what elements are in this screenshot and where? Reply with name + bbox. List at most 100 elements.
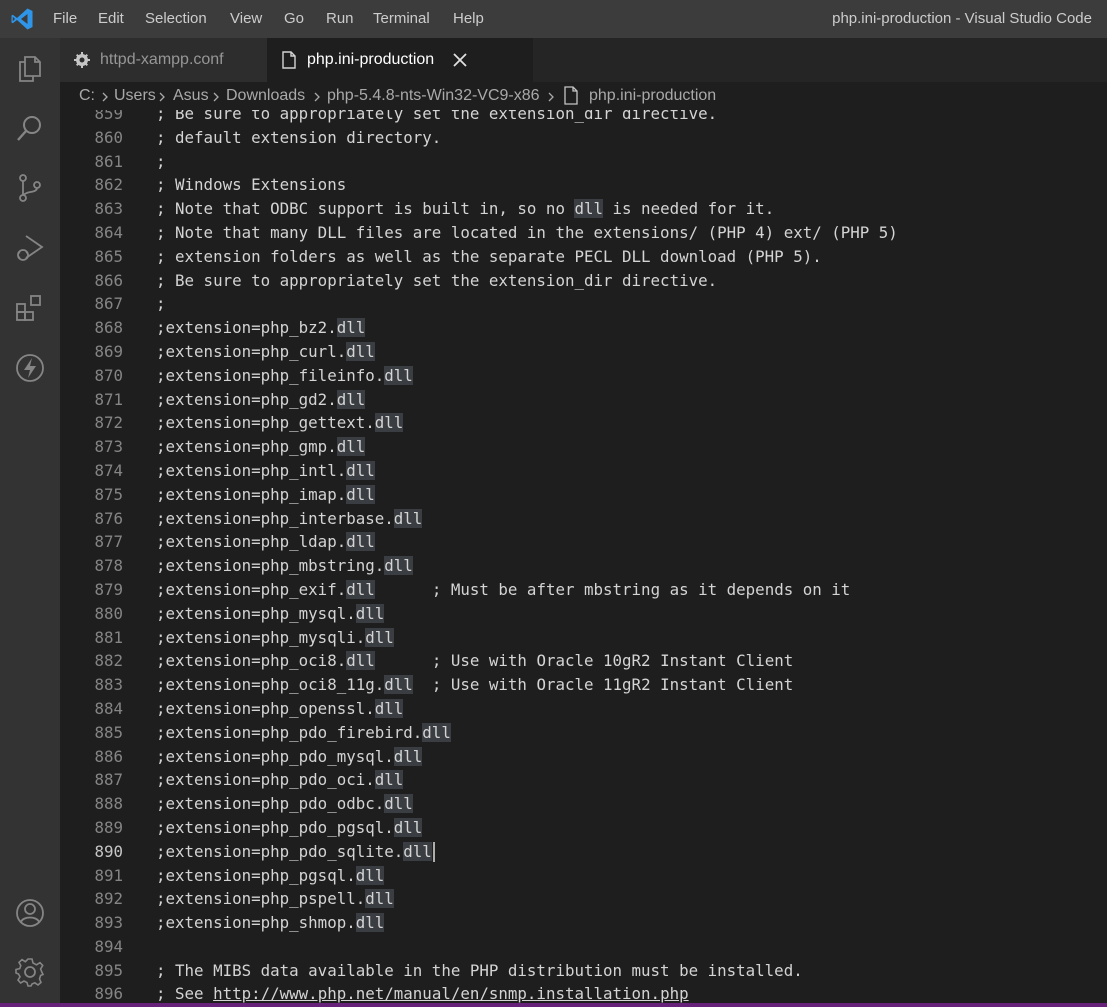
word-highlight: dll	[346, 341, 375, 361]
line-number: 892	[94, 889, 123, 909]
code-line[interactable]: 868 ;extension=php_bz2.dll	[60, 316, 1107, 340]
word-highlight: dll	[574, 199, 604, 219]
code-line[interactable]: 895 ; The MIBS data available in the PHP …	[60, 959, 1107, 983]
menu-view[interactable]: View	[230, 0, 262, 38]
code-line[interactable]: 861;	[60, 150, 1107, 174]
tab-bar: httpd-xampp.conf php.ini-production	[60, 38, 1107, 82]
menu-terminal[interactable]: Terminal	[373, 0, 430, 38]
line-number: 884	[94, 698, 123, 718]
line-number: 894	[94, 936, 123, 956]
code-line[interactable]: 877 ;extension=php_ldap.dll	[60, 530, 1107, 554]
code-line[interactable]: 881 ;extension=php_mysqli.dll	[60, 626, 1107, 650]
files-icon[interactable]	[14, 52, 46, 84]
code-text: ;extension=php_shmop.dll	[156, 913, 385, 933]
code-text: ;extension=php_bz2.dll	[156, 318, 366, 338]
line-number: 859	[94, 110, 123, 123]
run-debug-icon[interactable]	[14, 232, 46, 264]
code-line[interactable]: 859 ; Be sure to appropriately set the ex…	[60, 110, 1107, 126]
code-line[interactable]: 872 ;extension=php_gettext.dll	[60, 411, 1107, 435]
code-line[interactable]: 875 ;extension=php_imap.dll	[60, 483, 1107, 507]
code-line[interactable]: 866 ; Be sure to appropriately set the ex…	[60, 269, 1107, 293]
code-text: ;extension=php_pdo_sqlite.dll	[156, 840, 435, 864]
menu-selection[interactable]: Selection	[145, 0, 207, 38]
code-line[interactable]: 885 ;extension=php_pdo_firebird.dll	[60, 721, 1107, 745]
menu-run[interactable]: Run	[326, 0, 354, 38]
code-line[interactable]: 892 ;extension=php_pspell.dll	[60, 887, 1107, 911]
code-line[interactable]: 874 ;extension=php_intl.dll	[60, 459, 1107, 483]
line-number: 887	[94, 770, 123, 790]
code-line[interactable]: 863 ; Note that ODBC support is built in,…	[60, 197, 1107, 221]
code-text: ;extension=php_pdo_pgsql.dll	[156, 817, 423, 837]
line-number: 860	[94, 127, 123, 147]
code-editor[interactable]: 859 ; Be sure to appropriately set the ex…	[60, 110, 1107, 1007]
code-line[interactable]: 887 ;extension=php_pdo_oci.dll	[60, 768, 1107, 792]
word-highlight: dll	[346, 651, 375, 671]
breadcrumb-item[interactable]: Downloads	[226, 82, 305, 110]
code-line[interactable]: 880 ;extension=php_mysql.dll	[60, 602, 1107, 626]
code-text: ;extension=php_mysqli.dll	[156, 627, 394, 647]
extensions-icon[interactable]	[14, 292, 46, 324]
tab-php-ini-production[interactable]: php.ini-production	[267, 38, 533, 82]
breadcrumb-item[interactable]: Users	[114, 82, 156, 110]
settings-gear-icon[interactable]	[14, 956, 46, 988]
code-text: ; Note that ODBC support is built in, so…	[156, 199, 775, 219]
code-line[interactable]: 891 ;extension=php_pgsql.dll	[60, 864, 1107, 888]
word-highlight: dll	[384, 556, 413, 576]
breadcrumb-item[interactable]: php-5.4.8-nts-Win32-VC9-x86	[327, 82, 540, 110]
search-icon[interactable]	[14, 112, 46, 144]
code-line[interactable]: 890 ;extension=php_pdo_sqlite.dll	[60, 840, 1107, 864]
line-number: 878	[94, 556, 123, 576]
line-number: 889	[94, 817, 123, 837]
menu-go[interactable]: Go	[284, 0, 304, 38]
code-line[interactable]: 879 ;extension=php_exif.dll ; Must be aft…	[60, 578, 1107, 602]
line-number: 862	[94, 175, 123, 195]
code-line[interactable]: 876 ;extension=php_interbase.dll	[60, 507, 1107, 531]
breadcrumb-item[interactable]: php.ini-production	[589, 82, 716, 110]
code-line[interactable]: 883 ;extension=php_oci8_11g.dll ; Use wit…	[60, 673, 1107, 697]
code-line[interactable]: 894	[60, 935, 1107, 959]
word-highlight: dll	[346, 460, 375, 480]
file-icon	[280, 51, 298, 69]
code-line[interactable]: 888 ;extension=php_pdo_odbc.dll	[60, 792, 1107, 816]
code-line[interactable]: 865 ; extension folders as well as the se…	[60, 245, 1107, 269]
vscode-logo-icon	[10, 7, 34, 31]
lightning-icon[interactable]	[14, 352, 46, 384]
code-line[interactable]: 893 ;extension=php_shmop.dll	[60, 911, 1107, 935]
code-text: ;extension=php_fileinfo.dll	[156, 365, 413, 385]
breadcrumb-item[interactable]: Asus	[173, 82, 209, 110]
menu-file[interactable]: File	[53, 0, 77, 38]
gear-icon	[73, 51, 91, 69]
code-line[interactable]: 864 ; Note that many DLL files are locate…	[60, 221, 1107, 245]
source-control-icon[interactable]	[14, 172, 46, 204]
word-highlight: dll	[346, 484, 375, 504]
tab-httpd-xampp-conf[interactable]: httpd-xampp.conf	[60, 38, 267, 82]
breadcrumb-item[interactable]: C:	[79, 82, 95, 110]
code-line[interactable]: 867;	[60, 292, 1107, 316]
menu-help[interactable]: Help	[453, 0, 484, 38]
code-text: ;extension=php_imap.dll	[156, 484, 375, 504]
code-line[interactable]: 869 ;extension=php_curl.dll	[60, 340, 1107, 364]
line-number: 873	[94, 437, 123, 457]
code-text: ;extension=php_intl.dll	[156, 460, 375, 480]
close-icon[interactable]	[450, 50, 470, 70]
code-line[interactable]: 870 ;extension=php_fileinfo.dll	[60, 364, 1107, 388]
word-highlight: dll	[374, 698, 404, 718]
code-line[interactable]: 882 ;extension=php_oci8.dll ; Use with Or…	[60, 649, 1107, 673]
accounts-icon[interactable]	[14, 897, 46, 929]
code-line[interactable]: 886 ;extension=php_pdo_mysql.dll	[60, 745, 1107, 769]
word-highlight: dll	[384, 365, 413, 385]
code-line[interactable]: 878 ;extension=php_mbstring.dll	[60, 554, 1107, 578]
code-line[interactable]: 871 ;extension=php_gd2.dll	[60, 388, 1107, 412]
code-line[interactable]: 889 ;extension=php_pdo_pgsql.dll	[60, 816, 1107, 840]
line-number: 868	[94, 318, 123, 338]
word-highlight: dll	[355, 865, 385, 885]
title-bar: File Edit Selection View Go Run Terminal…	[0, 0, 1107, 38]
menu-edit[interactable]: Edit	[98, 0, 124, 38]
text-cursor	[432, 842, 435, 863]
url-link[interactable]: http://www.php.net/manual/en/snmp.instal…	[213, 984, 689, 1003]
code-line[interactable]: 860 ; default extension directory.	[60, 126, 1107, 150]
code-line[interactable]: 862 ; Windows Extensions	[60, 173, 1107, 197]
line-number: 874	[94, 460, 123, 480]
code-line[interactable]: 884 ;extension=php_openssl.dll	[60, 697, 1107, 721]
code-line[interactable]: 873 ;extension=php_gmp.dll	[60, 435, 1107, 459]
